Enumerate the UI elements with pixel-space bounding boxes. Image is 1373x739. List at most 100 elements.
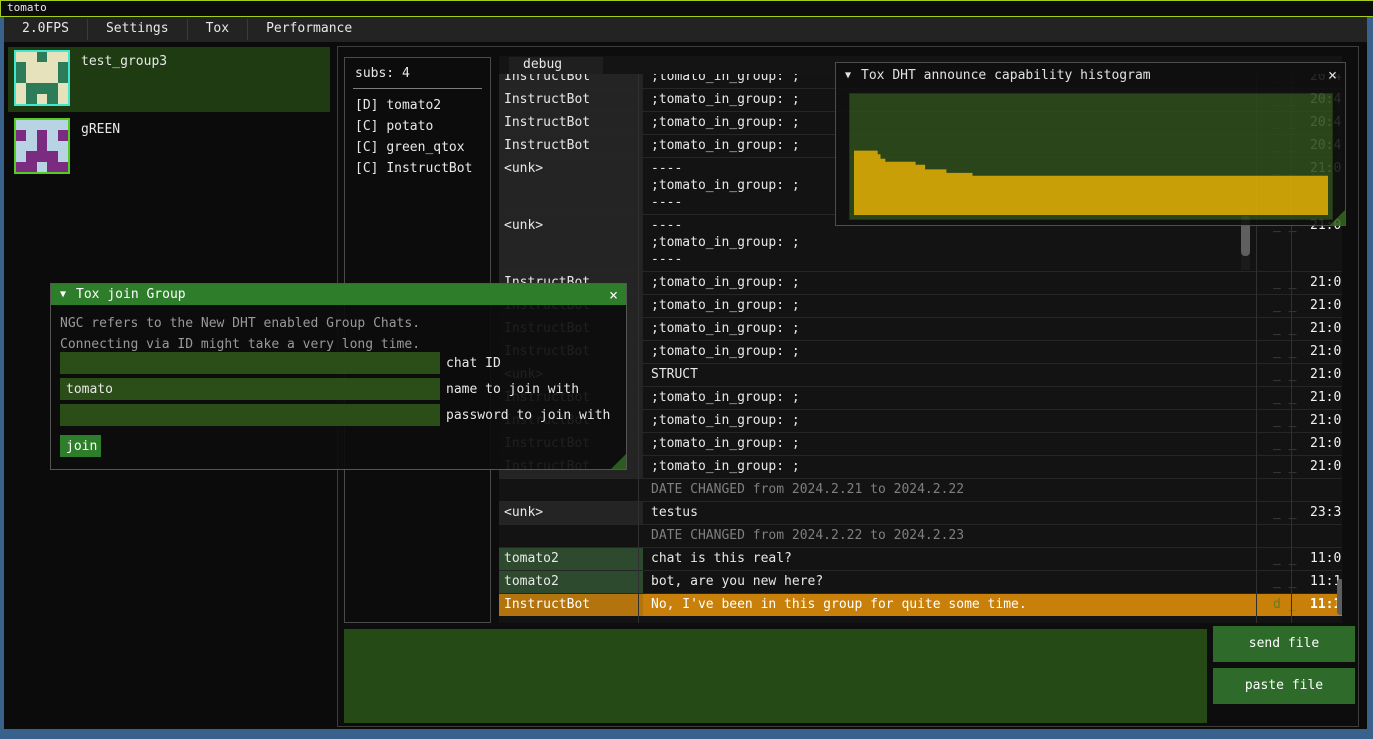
collapse-icon[interactable]: ▼ [845, 70, 851, 81]
avatar-pixel [58, 151, 68, 161]
subs-header: subs: 4 [355, 66, 490, 81]
avatar-pixel [58, 141, 68, 151]
avatar-pixel [26, 62, 36, 72]
menu-item-tox[interactable]: Tox [188, 17, 247, 42]
chat-id-input[interactable] [60, 352, 440, 374]
join-name-row: name to join with [60, 378, 579, 400]
avatar-pixel [37, 151, 47, 161]
subs-separator [353, 88, 482, 89]
join-window-title-bar[interactable]: ▼ Tox join Group × [51, 284, 626, 305]
join-name-input[interactable] [60, 378, 440, 400]
message-input[interactable] [344, 629, 1207, 723]
date-row[interactable]: DATE CHANGED from 2024.2.22 to 2024.2.23 [499, 524, 1342, 547]
message-time: 21:01 [1306, 341, 1342, 363]
menu-item-fps[interactable]: 2.0FPS [4, 17, 87, 42]
histogram-bars [850, 94, 1332, 219]
message-time: 21:02 [1306, 433, 1342, 455]
avatar-pixel [47, 52, 57, 62]
message-time: 21:00 [1306, 295, 1342, 317]
date-row[interactable]: DATE CHANGED from 2024.2.21 to 2024.2.22 [499, 478, 1342, 501]
avatar-pixel [58, 73, 68, 83]
peer-tag: [D] [355, 98, 378, 113]
window-frame-right [1367, 17, 1373, 739]
avatar-pixel [37, 141, 47, 151]
subs-item-potato[interactable]: [C] potato [345, 116, 490, 137]
histogram-window-title: Tox DHT announce capability histogram [861, 68, 1151, 83]
send-file-button[interactable]: send file [1213, 626, 1355, 662]
chat-scrollbar-thumb[interactable] [1337, 579, 1342, 615]
message-flags: _ _ [1267, 456, 1306, 478]
subs-item-green-qtox[interactable]: [C] green_qtox [345, 137, 490, 158]
chat-row[interactable]: tomato2chat is this real?_ _11:09 [499, 547, 1342, 570]
join-name-label: name to join with [446, 382, 579, 397]
message-time: 21:01 [1306, 387, 1342, 409]
menu-item-settings[interactable]: Settings [88, 17, 187, 42]
message-text: ;tomato_in_group: ; [643, 318, 1267, 340]
join-password-input[interactable] [60, 404, 440, 426]
message-text: STRUCT [643, 364, 1267, 386]
avatar-pixel [26, 73, 36, 83]
histogram-window-title-bar[interactable]: ▼ Tox DHT announce capability histogram … [836, 63, 1345, 87]
date-changed-text: DATE CHANGED from 2024.2.21 to 2024.2.22 [643, 479, 1267, 501]
message-text: ;tomato_in_group: ; [643, 433, 1267, 455]
avatar-pixel [37, 62, 47, 72]
peer-name: green_qtox [386, 140, 464, 155]
avatar-pixel [26, 141, 36, 151]
avatar-pixel [37, 73, 47, 83]
message-flags: _ _ [1267, 272, 1306, 294]
message-text: ;tomato_in_group: ; [643, 341, 1267, 363]
message-text: ;tomato_in_group: ; [643, 456, 1267, 478]
message-text: bot, are you new here? [643, 571, 1267, 593]
avatar-pixel [47, 151, 57, 161]
chat-id-label: chat ID [446, 356, 501, 371]
peer-tag: [C] [355, 119, 378, 134]
sidebar-item-test-group3[interactable]: test_group3 [8, 47, 330, 112]
subs-item-tomato2[interactable]: [D] tomato2 [345, 95, 490, 116]
message-text: ;tomato_in_group: ; [643, 387, 1267, 409]
subs-item-instructbot[interactable]: [C] InstructBot [345, 158, 490, 179]
avatar-pixel [16, 73, 26, 83]
join-button[interactable]: join [60, 435, 101, 457]
group-name: test_group3 [81, 54, 167, 112]
avatar-pixel [47, 120, 57, 130]
close-icon[interactable]: × [609, 286, 618, 304]
menu-item-performance[interactable]: Performance [248, 17, 370, 42]
avatar-pixel [37, 162, 47, 172]
chat-row[interactable]: tomato2bot, are you new here?_ _11:14 [499, 570, 1342, 593]
avatar-pixel [16, 83, 26, 93]
message-time: 21:02 [1306, 410, 1342, 432]
sender-name: <unk> [499, 215, 643, 271]
avatar-pixel [47, 94, 57, 104]
avatar-pixel [37, 52, 47, 62]
chat-row[interactable]: <unk>testus_ _23:38 [499, 501, 1342, 524]
avatar-pixel [58, 83, 68, 93]
sender-name: InstructBot [499, 89, 643, 111]
avatar-pixel [26, 151, 36, 161]
message-text: ;tomato_in_group: ; [643, 295, 1267, 317]
histogram-window[interactable]: ▼ Tox DHT announce capability histogram … [835, 62, 1346, 226]
avatar-pixel [26, 120, 36, 130]
tab-debug[interactable]: debug [509, 57, 603, 74]
window-title-bar: tomato [0, 0, 1373, 17]
message-flags: d _ [1267, 594, 1306, 616]
message-text: testus [643, 502, 1267, 524]
avatar-pixel [16, 141, 26, 151]
avatar-pixel [16, 94, 26, 104]
join-group-window[interactable]: ▼ Tox join Group × NGC refers to the New… [50, 283, 627, 470]
collapse-icon[interactable]: ▼ [60, 289, 66, 300]
avatar-pixel [47, 141, 57, 151]
resize-grip-icon[interactable] [1330, 210, 1345, 225]
group-avatar [14, 50, 70, 106]
peer-tag: [C] [355, 140, 378, 155]
paste-file-button[interactable]: paste file [1213, 668, 1355, 704]
close-icon[interactable]: × [1328, 66, 1337, 84]
chat-row[interactable]: InstructBotNo, I've been in this group f… [499, 593, 1342, 616]
avatar-pixel [16, 151, 26, 161]
join-info-line1: NGC refers to the New DHT enabled Group … [60, 313, 626, 334]
sender-name: InstructBot [499, 135, 643, 157]
avatar-pixel [16, 52, 26, 62]
resize-grip-icon[interactable] [611, 454, 626, 469]
sidebar-item-green[interactable]: gREEN [8, 115, 330, 173]
histogram-plot [849, 93, 1333, 220]
sender-name: InstructBot [499, 594, 643, 616]
